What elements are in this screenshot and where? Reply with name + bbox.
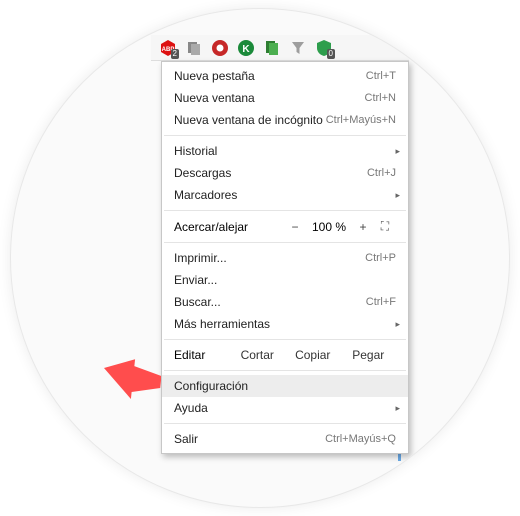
menu-item-zoom: Acercar/alejar − 100 % + ⛶: [162, 215, 408, 238]
menu-separator: [164, 210, 406, 211]
menu-separator: [164, 370, 406, 371]
ext-shield-icon[interactable]: 0: [315, 39, 333, 57]
edit-paste-button[interactable]: Pegar: [341, 348, 397, 362]
ext-copy-icon[interactable]: [185, 39, 203, 57]
menu-item-history[interactable]: Historial ▸: [162, 140, 408, 162]
menu-item-print[interactable]: Imprimir... Ctrl+P: [162, 247, 408, 269]
ext-filter-icon[interactable]: [289, 39, 307, 57]
menu-label: Enviar...: [174, 273, 396, 287]
annotation-arrow-icon: [103, 359, 161, 399]
menu-shortcut: Ctrl+Mayús+Q: [325, 433, 396, 445]
ext-adblock-icon[interactable]: ABP 2: [159, 39, 177, 57]
edit-copy-button[interactable]: Copiar: [285, 348, 341, 362]
chevron-right-icon: ▸: [395, 146, 400, 157]
zoom-value: 100 %: [306, 220, 352, 234]
menu-label: Salir: [174, 432, 325, 446]
menu-item-new-tab[interactable]: Nueva pestaña Ctrl+T: [162, 65, 408, 87]
ext-badge: 2: [171, 49, 179, 59]
menu-separator: [164, 135, 406, 136]
menu-label: Historial: [174, 144, 396, 158]
edit-cut-button[interactable]: Cortar: [230, 348, 286, 362]
browser-toolbar: ABP 2 K 0: [151, 35, 409, 61]
menu-shortcut: Ctrl+Mayús+N: [326, 114, 396, 126]
menu-item-find[interactable]: Buscar... Ctrl+F: [162, 291, 408, 313]
menu-item-new-window[interactable]: Nueva ventana Ctrl+N: [162, 87, 408, 109]
menu-item-bookmarks[interactable]: Marcadores ▸: [162, 184, 408, 206]
menu-shortcut: Ctrl+J: [367, 167, 396, 179]
chevron-right-icon: ▸: [395, 319, 400, 330]
menu-label: Imprimir...: [174, 251, 365, 265]
menu-separator: [164, 339, 406, 340]
menu-shortcut: Ctrl+T: [366, 70, 396, 82]
menu-shortcut: Ctrl+F: [366, 296, 396, 308]
ext-kaspersky-icon[interactable]: K: [237, 39, 255, 57]
svg-text:K: K: [242, 44, 250, 55]
menu-item-settings[interactable]: Configuración: [162, 375, 408, 397]
ext-oblock-icon[interactable]: [211, 39, 229, 57]
menu-label: Nueva ventana de incógnito: [174, 113, 326, 127]
chrome-main-menu: Nueva pestaña Ctrl+T Nueva ventana Ctrl+…: [161, 61, 409, 454]
menu-label: Más herramientas: [174, 317, 396, 331]
ext-badge: 0: [327, 49, 335, 59]
menu-shortcut: Ctrl+N: [365, 92, 396, 104]
menu-item-more-tools[interactable]: Más herramientas ▸: [162, 313, 408, 335]
zoom-in-button[interactable]: +: [352, 220, 374, 234]
menu-item-downloads[interactable]: Descargas Ctrl+J: [162, 162, 408, 184]
menu-label: Nueva ventana: [174, 91, 365, 105]
menu-item-help[interactable]: Ayuda ▸: [162, 397, 408, 419]
chevron-right-icon: ▸: [395, 403, 400, 414]
fullscreen-icon[interactable]: ⛶: [374, 219, 396, 234]
ext-docs-icon[interactable]: [263, 39, 281, 57]
menu-item-cast[interactable]: Enviar...: [162, 269, 408, 291]
menu-item-exit[interactable]: Salir Ctrl+Mayús+Q: [162, 428, 408, 450]
menu-separator: [164, 423, 406, 424]
menu-label: Marcadores: [174, 188, 396, 202]
menu-label: Nueva pestaña: [174, 69, 366, 83]
menu-label: Ayuda: [174, 401, 396, 415]
menu-shortcut: Ctrl+P: [365, 252, 396, 264]
menu-label: Editar: [174, 348, 230, 362]
framed-screenshot: ABP 2 K 0 Nueva pestaña Ctrl+T Nueva: [10, 8, 510, 508]
menu-item-incognito[interactable]: Nueva ventana de incógnito Ctrl+Mayús+N: [162, 109, 408, 131]
menu-label: Descargas: [174, 166, 367, 180]
menu-item-edit: Editar Cortar Copiar Pegar: [162, 344, 408, 366]
menu-label: Configuración: [174, 379, 396, 393]
chevron-right-icon: ▸: [395, 190, 400, 201]
menu-label: Acercar/alejar: [174, 220, 284, 234]
menu-label: Buscar...: [174, 295, 366, 309]
zoom-out-button[interactable]: −: [284, 220, 306, 234]
menu-separator: [164, 242, 406, 243]
